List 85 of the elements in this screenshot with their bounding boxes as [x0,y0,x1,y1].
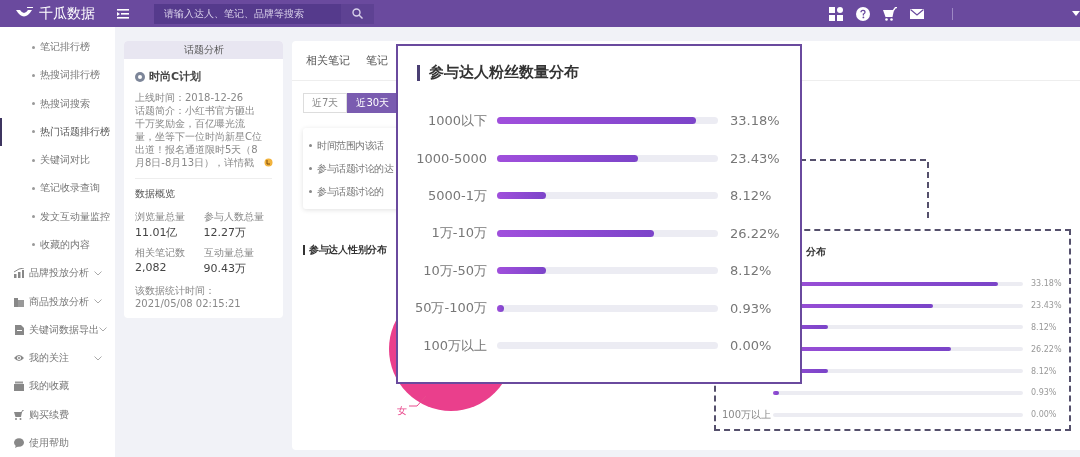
online-date: 上线时间：2018-12-26 [135,91,245,104]
bar-value: 8.12% [730,263,772,279]
topic-title: 时尚C计划 [149,69,202,84]
sidebar-item[interactable]: 热搜词排行榜 [0,61,115,90]
folder-icon [14,296,24,307]
bar-label: 1000-5000 [415,150,487,166]
bar-value: 8.12% [730,188,772,204]
grid-button[interactable] [829,6,843,21]
sidebar-item[interactable]: 购买续费 [0,400,115,429]
range-button[interactable]: 近7天 [303,93,348,113]
bar-label: 5000-1万 [426,186,487,205]
sidebar-item[interactable]: 商品投放分析 [0,287,115,316]
chevron-down-icon [94,355,102,361]
stat-value: 2,082 [135,261,168,274]
chevron-down-icon [94,299,102,304]
cart-icon [14,409,24,420]
bar-value: 26.22% [730,225,780,241]
leader-line [409,395,427,407]
bar-value: 0.00% [1031,410,1057,420]
chart-title: 分布 [805,245,827,259]
bar-value: 0.93% [730,300,772,316]
mail-button[interactable] [910,6,924,21]
sidebar-item[interactable]: 热门话题排行榜 [0,117,115,147]
range-button[interactable]: 近30天 [347,93,399,113]
bar-label: 10万-50万 [422,261,487,280]
bar-label: 50万-100万 [413,299,487,318]
bar-value: 33.18% [730,113,780,129]
bar-label: 1万-10万 [430,224,487,243]
topic-intro: 话题简介：小红书官方砸出千万奖励金，百亿曝光流量，坐等下一位时尚新星C位出道！报名通道限时5天（8月8日-8月13日），详情戳 [135,104,263,169]
bar-value: 26.22% [1031,344,1062,354]
sidebar-item[interactable]: 关键词数据导出 [0,315,115,344]
overview-title: 数据概览 [135,187,176,201]
sidebar-item[interactable]: 我的收藏 [0,372,115,401]
tab[interactable]: 笔记 [366,41,388,80]
chevron-down-icon [99,327,107,333]
stat-label: 参与人数总量 [203,210,265,224]
search-icon [352,8,363,19]
bar-label: 100万以上 [422,336,487,355]
eye-icon [14,353,24,364]
logo-text: 千瓜数据 [39,4,95,23]
sidebar-item[interactable]: 发文互动量监控 [0,202,115,231]
sidebar-item[interactable]: 笔记排行榜 [0,33,115,62]
document-icon [14,324,24,335]
bar-value: 0.00% [730,338,772,354]
sidebar-item[interactable]: 热搜词搜索 [0,89,115,118]
sidebar-item[interactable]: 使用帮助 [0,428,115,457]
card-header: 话题分析 [124,41,283,59]
sidebar-item[interactable]: 我的关注 [0,343,115,373]
sidebar-item[interactable]: 收藏的内容 [0,230,115,260]
sidebar-item[interactable]: 关键词对比 [0,146,115,175]
stat-label: 互动量总量 [203,246,255,260]
stat-label: 浏览量总量 [135,210,186,224]
chevron-down-icon [94,270,102,276]
bar-value: 23.43% [1031,301,1062,311]
help-icon [856,6,870,21]
callout-title: 参与达人粉丝数量分布 [417,63,800,82]
topic-icon [135,71,145,82]
bar-value: 23.43% [730,150,780,166]
bar-value: 0.93% [1031,388,1057,398]
grid-icon [829,6,843,21]
data-timestamp: 该数据统计时间：2021/05/08 02:15:21 [135,284,242,310]
bar-value: 8.12% [1031,366,1057,376]
bar-label: 1000以下 [426,111,487,130]
search-button[interactable] [341,3,374,24]
help-button[interactable] [856,6,870,21]
box-icon [14,381,24,392]
bar-value: 8.12% [1031,323,1057,332]
search-field[interactable]: 请输入达人、笔记、品牌等搜索 [154,3,341,24]
menu-icon[interactable] [117,8,129,19]
sidebar-item[interactable]: 品牌投放分析 [0,259,115,288]
stat-value: 11.01亿 [135,225,179,240]
caret-down-icon[interactable] [1072,11,1080,16]
sidebar-item[interactable]: 笔记收录查询 [0,174,115,203]
bar-chart-icon [14,268,24,279]
pie-label: 女 [397,404,407,418]
mail-icon [910,6,924,21]
stat-value: 90.43万 [203,261,247,276]
cart-icon [883,6,897,21]
stat-label: 相关笔记数 [135,246,186,260]
bar-value: 33.18% [1031,279,1062,289]
stat-value: 12.27万 [203,225,247,240]
tab[interactable]: 相关笔记 [306,41,350,80]
chat-bubble-icon [14,437,24,448]
bar-label: 100万以上 [720,407,771,422]
cart-button[interactable] [883,6,897,21]
